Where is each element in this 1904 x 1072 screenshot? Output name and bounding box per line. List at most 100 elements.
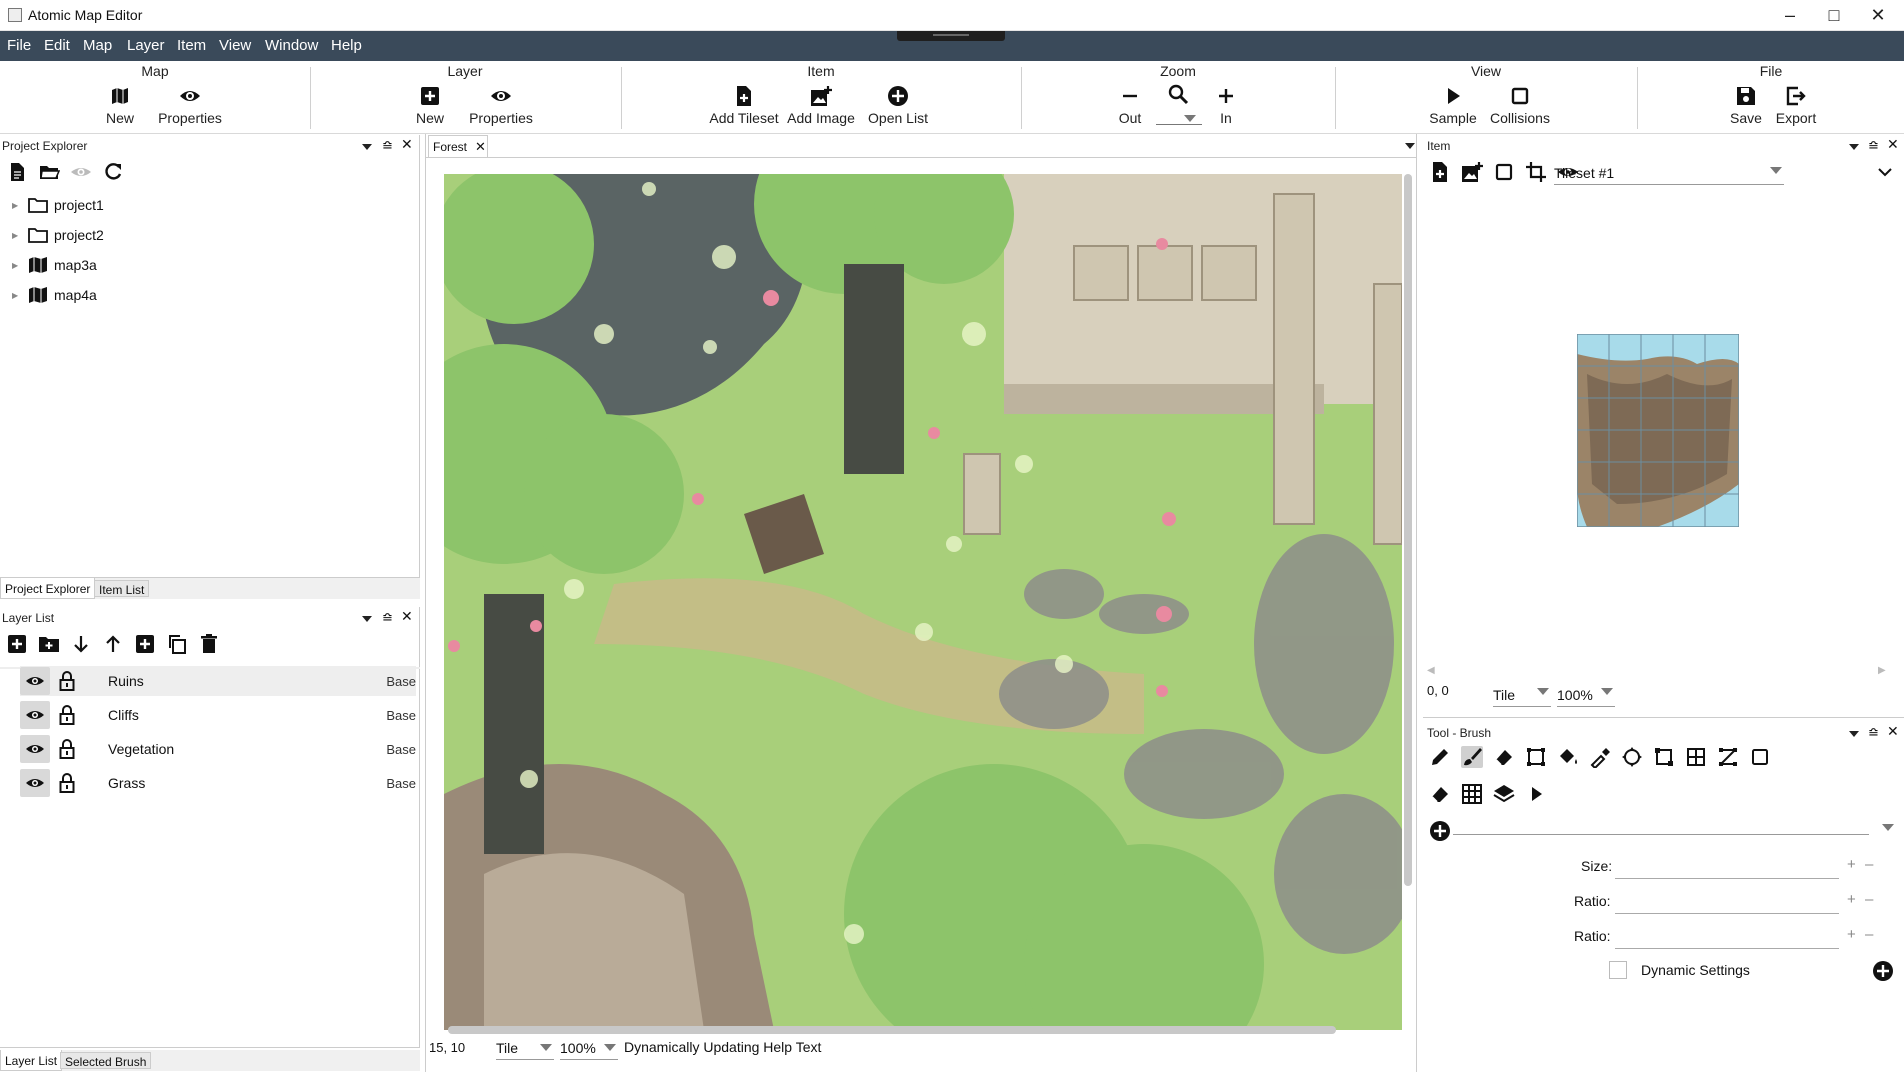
decrement-icon[interactable]: – [1865, 856, 1873, 873]
decrement-icon[interactable]: – [1865, 926, 1873, 943]
move-icon[interactable] [1621, 746, 1643, 768]
rectangle-select-icon[interactable] [1525, 746, 1547, 768]
close-panel-icon[interactable]: ✕ [1887, 136, 1899, 153]
chevron-down-icon[interactable] [1882, 824, 1894, 832]
lock-icon[interactable] [58, 739, 76, 759]
expand-chevron-icon[interactable] [1878, 167, 1892, 177]
menu-item[interactable]: Item [177, 37, 206, 54]
close-panel-icon[interactable]: ✕ [401, 136, 413, 153]
eyedropper-icon[interactable] [1589, 746, 1611, 768]
fill-bucket-icon[interactable] [1557, 746, 1579, 768]
panel-menu-icon[interactable] [1849, 730, 1859, 738]
tileset-dropdown[interactable]: Tileset #1 [1554, 165, 1784, 185]
menu-view[interactable]: View [219, 37, 251, 54]
tab-selected-brush[interactable]: Selected Brush [60, 1052, 152, 1069]
add-tileset-button[interactable]: Add Tileset [708, 85, 780, 126]
close-tab-icon[interactable]: ✕ [475, 139, 486, 155]
increment-icon[interactable]: + [1847, 926, 1856, 943]
zoom-level-dropdown[interactable]: 100% [560, 1040, 618, 1060]
add-icon[interactable] [134, 633, 156, 655]
scroll-right-icon[interactable]: ▶ [1878, 665, 1886, 676]
item-mode-dropdown[interactable]: Tile [1493, 687, 1551, 707]
eraser-icon[interactable] [1429, 783, 1451, 805]
mode-dropdown[interactable]: Tile [496, 1040, 554, 1060]
menu-window[interactable]: Window [265, 37, 318, 54]
increment-icon[interactable]: + [1847, 891, 1856, 908]
layer-row-vegetation[interactable]: Vegetation Base [20, 734, 416, 764]
eye-toggle-icon[interactable] [20, 769, 50, 797]
square-icon[interactable] [1493, 161, 1515, 183]
export-button[interactable]: Export [1770, 85, 1822, 126]
layer-new-button[interactable]: New [410, 85, 450, 126]
close-window-button[interactable]: ✕ [1850, 0, 1904, 31]
square-icon[interactable] [1749, 746, 1771, 768]
zoom-in-button[interactable]: In [1206, 85, 1246, 126]
size-input[interactable] [1615, 878, 1839, 879]
tab-item-list[interactable]: Item List [94, 580, 150, 597]
panel-menu-icon[interactable] [1849, 143, 1859, 151]
eye-toggle-icon[interactable] [20, 701, 50, 729]
arrow-down-icon[interactable] [70, 633, 92, 655]
delete-icon[interactable] [198, 633, 220, 655]
map-new-button[interactable]: New [100, 85, 140, 126]
new-file-icon[interactable] [6, 161, 28, 183]
close-panel-icon[interactable]: ✕ [401, 608, 413, 625]
tile-grid-icon[interactable] [1461, 783, 1483, 805]
transform-icon[interactable] [1653, 746, 1675, 768]
open-list-button[interactable]: Open List [862, 85, 934, 126]
dynamic-settings-checkbox[interactable] [1609, 961, 1627, 979]
scroll-left-icon[interactable]: ◀ [1427, 665, 1435, 676]
eye-toggle-icon[interactable] [20, 735, 50, 763]
lock-icon[interactable] [58, 671, 76, 691]
close-panel-icon[interactable]: ✕ [1887, 723, 1899, 740]
tree-item-map3a[interactable]: ▶ map3a [12, 255, 97, 275]
zoom-dropdown[interactable] [1156, 113, 1202, 125]
crop-icon[interactable] [1525, 161, 1547, 183]
map-canvas[interactable] [444, 174, 1402, 1030]
collisions-button[interactable]: Collisions [1480, 85, 1560, 126]
open-folder-icon[interactable] [38, 161, 60, 183]
increment-icon[interactable]: + [1847, 856, 1856, 873]
zoom-search-icon[interactable] [1167, 83, 1189, 105]
eye-toggle-icon[interactable] [20, 667, 50, 695]
layer-row-grass[interactable]: Grass Base [20, 768, 416, 798]
play-icon[interactable] [1525, 783, 1547, 805]
add-circle-icon[interactable] [1872, 960, 1894, 982]
add-circle-icon[interactable] [1429, 820, 1451, 842]
arrow-up-icon[interactable] [102, 633, 124, 655]
tree-item-project2[interactable]: ▶ project2 [12, 225, 104, 245]
ratio-input[interactable] [1615, 913, 1839, 914]
brush-icon[interactable] [1461, 746, 1483, 768]
duplicate-icon[interactable] [166, 633, 188, 655]
vertical-scrollbar[interactable] [1404, 174, 1412, 886]
drag-grip[interactable] [897, 31, 1005, 41]
size-field[interactable]: Size: + – [1581, 856, 1881, 880]
item-zoom-dropdown[interactable]: 100% [1557, 687, 1615, 707]
tileset-preview[interactable] [1577, 334, 1739, 527]
eraser-icon[interactable] [1493, 746, 1515, 768]
add-layer-icon[interactable] [6, 633, 28, 655]
ratio-field-2[interactable]: Ratio: + – [1574, 926, 1881, 950]
pin-icon[interactable]: ⪮ [1868, 137, 1879, 153]
horizontal-scrollbar[interactable] [448, 1026, 1336, 1034]
pencil-icon[interactable] [1429, 746, 1451, 768]
menu-map[interactable]: Map [83, 37, 112, 54]
tree-item-project1[interactable]: ▶ project1 [12, 195, 104, 215]
tabs-menu-icon[interactable] [1405, 142, 1415, 150]
add-image-icon[interactable] [1461, 161, 1483, 183]
menu-file[interactable]: File [7, 37, 31, 54]
layer-row-cliffs[interactable]: Cliffs Base [20, 700, 416, 730]
lock-icon[interactable] [58, 705, 76, 725]
panel-menu-icon[interactable] [362, 143, 372, 151]
refresh-icon[interactable] [102, 161, 124, 183]
tab-layer-list[interactable]: Layer List [0, 1050, 63, 1071]
tab-project-explorer[interactable]: Project Explorer [0, 578, 96, 599]
tree-item-map4a[interactable]: ▶ map4a [12, 285, 97, 305]
add-folder-icon[interactable] [38, 633, 60, 655]
map-properties-button[interactable]: Properties [155, 85, 225, 126]
ratio-input[interactable] [1615, 948, 1839, 949]
layers-icon[interactable] [1493, 783, 1515, 805]
sample-button[interactable]: Sample [1423, 85, 1483, 126]
add-file-icon[interactable] [1429, 161, 1451, 183]
layer-properties-button[interactable]: Properties [466, 85, 536, 126]
